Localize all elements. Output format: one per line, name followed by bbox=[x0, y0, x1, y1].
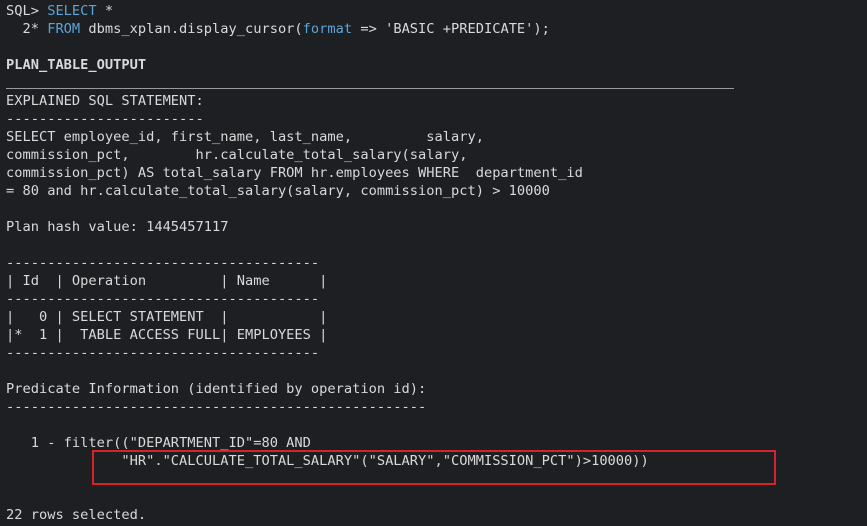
plan-table-header: | Id | Operation | Name | bbox=[6, 273, 328, 289]
plan-table-border-bottom: -------------------------------------- bbox=[6, 345, 320, 361]
sql-prompt: SQL> bbox=[6, 3, 48, 19]
plan-table-row: | 0 | SELECT STATEMENT | | bbox=[6, 309, 328, 325]
sql-text-line-4: = 80 and hr.calculate_total_salary(salar… bbox=[6, 183, 550, 199]
line-number: 2* bbox=[6, 21, 48, 37]
predicate-info-heading: Predicate Information (identified by ope… bbox=[6, 381, 427, 397]
sql-text-line-2: commission_pct, hr.calculate_total_salar… bbox=[6, 147, 468, 163]
prompt-rest: * bbox=[96, 3, 114, 19]
sql-second-line: 2* FROM dbms_xplan.display_cursor(format… bbox=[6, 20, 550, 38]
header-separator bbox=[6, 88, 734, 89]
plan-table-output-header: PLAN_TABLE_OUTPUT bbox=[6, 57, 147, 73]
plan-table-row: |* 1 | TABLE ACCESS FULL| EMPLOYEES | bbox=[6, 327, 328, 343]
keyword-select: SELECT bbox=[47, 3, 97, 19]
keyword-from: FROM bbox=[47, 21, 81, 37]
function-call: dbms_xplan.display_cursor( bbox=[80, 21, 303, 37]
plan-table-border-mid: -------------------------------------- bbox=[6, 291, 320, 307]
sql-prompt-line: SQL> SELECT * bbox=[6, 2, 113, 20]
sql-text-line-1: SELECT employee_id, first_name, last_nam… bbox=[6, 129, 484, 145]
predicate-info-underline: ----------------------------------------… bbox=[6, 399, 427, 415]
terminal-window[interactable]: SQL> SELECT * 2* FROM dbms_xplan.display… bbox=[0, 0, 867, 526]
keyword-format: format bbox=[302, 21, 353, 37]
rows-selected-status: 22 rows selected. bbox=[6, 507, 147, 523]
explained-sql-heading: EXPLAINED SQL STATEMENT: bbox=[6, 93, 204, 109]
plan-hash-value: Plan hash value: 1445457117 bbox=[6, 219, 229, 235]
highlight-annotation-box bbox=[92, 450, 776, 485]
format-arg: => 'BASIC +PREDICATE'); bbox=[352, 21, 550, 37]
explained-sql-underline: ------------------------ bbox=[6, 111, 204, 127]
plan-table-border-top: -------------------------------------- bbox=[6, 255, 320, 271]
sql-text-line-3: commission_pct) AS total_salary FROM hr.… bbox=[6, 165, 583, 181]
